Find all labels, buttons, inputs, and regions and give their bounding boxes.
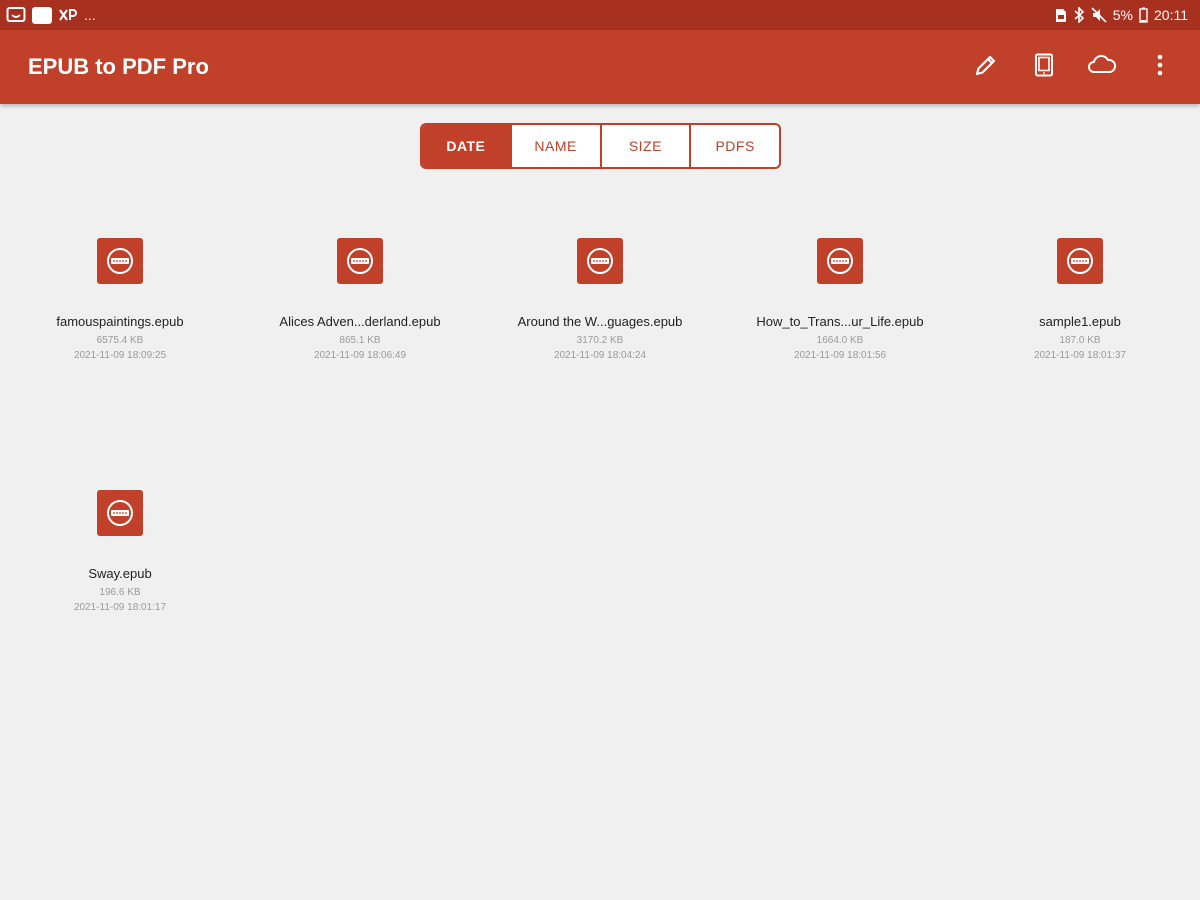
book-icon [1031, 52, 1057, 83]
file-name: How_to_Trans...ur_Life.epub [756, 314, 924, 329]
book-button[interactable] [1024, 47, 1064, 87]
status-bar: ... 5% 20:11 [0, 0, 1200, 30]
sim-icon [1055, 5, 1067, 25]
file-size: 6575.4 KB [96, 335, 144, 346]
cloud-icon [1086, 52, 1118, 83]
tab-date[interactable]: DATE [422, 125, 510, 167]
battery-icon [1139, 5, 1148, 25]
epub-icon [97, 238, 143, 284]
file-date: 2021-11-09 18:06:49 [313, 350, 407, 361]
file-item[interactable]: famouspaintings.epub 6575.4 KB 2021-11-0… [0, 238, 240, 361]
pencil-icon [973, 52, 999, 83]
epub-icon [577, 238, 623, 284]
battery-percent: 5% [1112, 7, 1133, 23]
sort-segmented-control: DATE NAME SIZE PDFS [420, 123, 781, 169]
file-size: 865.1 KB [339, 335, 381, 346]
file-item[interactable]: Alices Adven...derland.epub 865.1 KB 202… [240, 238, 480, 361]
file-item[interactable]: How_to_Trans...ur_Life.epub 1664.0 KB 20… [720, 238, 960, 361]
app-bar: EPUB to PDF Pro [0, 30, 1200, 104]
file-date: 2021-11-09 18:04:24 [553, 350, 647, 361]
xp-icon [58, 5, 78, 25]
file-item[interactable]: Sway.epub 196.6 KB 2021-11-09 18:01:17 [0, 490, 240, 613]
file-name: Around the W...guages.epub [517, 314, 683, 329]
epub-icon [1057, 238, 1103, 284]
file-name: famouspaintings.epub [56, 314, 184, 329]
file-name: sample1.epub [1039, 314, 1121, 329]
status-left: ... [6, 5, 96, 25]
epub-icon [97, 490, 143, 536]
file-size: 3170.2 KB [576, 335, 624, 346]
status-more-text: ... [84, 7, 96, 23]
tv-icon [6, 5, 26, 25]
epub-icon [337, 238, 383, 284]
file-date: 2021-11-09 18:01:17 [73, 602, 167, 613]
more-options-button[interactable] [1140, 47, 1180, 87]
mute-icon [1091, 5, 1107, 25]
epub-icon [817, 238, 863, 284]
edit-button[interactable] [966, 47, 1006, 87]
bluetooth-icon [1073, 5, 1085, 25]
file-item[interactable]: Around the W...guages.epub 3170.2 KB 202… [480, 238, 720, 361]
tab-size[interactable]: SIZE [599, 125, 690, 167]
tab-pdfs[interactable]: PDFS [689, 125, 779, 167]
cloud-button[interactable] [1082, 47, 1122, 87]
file-name: Sway.epub [88, 566, 152, 581]
file-size: 1664.0 KB [816, 335, 864, 346]
more-vert-icon [1156, 53, 1164, 82]
status-right: 5% 20:11 [1055, 5, 1188, 25]
app-bar-actions [966, 47, 1180, 87]
clock: 20:11 [1154, 7, 1188, 23]
file-name: Alices Adven...derland.epub [279, 314, 441, 329]
file-item[interactable]: sample1.epub 187.0 KB 2021-11-09 18:01:3… [960, 238, 1200, 361]
file-date: 2021-11-09 18:01:56 [793, 350, 887, 361]
file-date: 2021-11-09 18:01:37 [1033, 350, 1127, 361]
app-badge-icon [32, 5, 52, 25]
file-size: 196.6 KB [99, 587, 141, 598]
file-size: 187.0 KB [1059, 335, 1101, 346]
tab-name[interactable]: NAME [509, 125, 600, 167]
file-date: 2021-11-09 18:09:25 [73, 350, 167, 361]
app-title: EPUB to PDF Pro [28, 54, 209, 79]
